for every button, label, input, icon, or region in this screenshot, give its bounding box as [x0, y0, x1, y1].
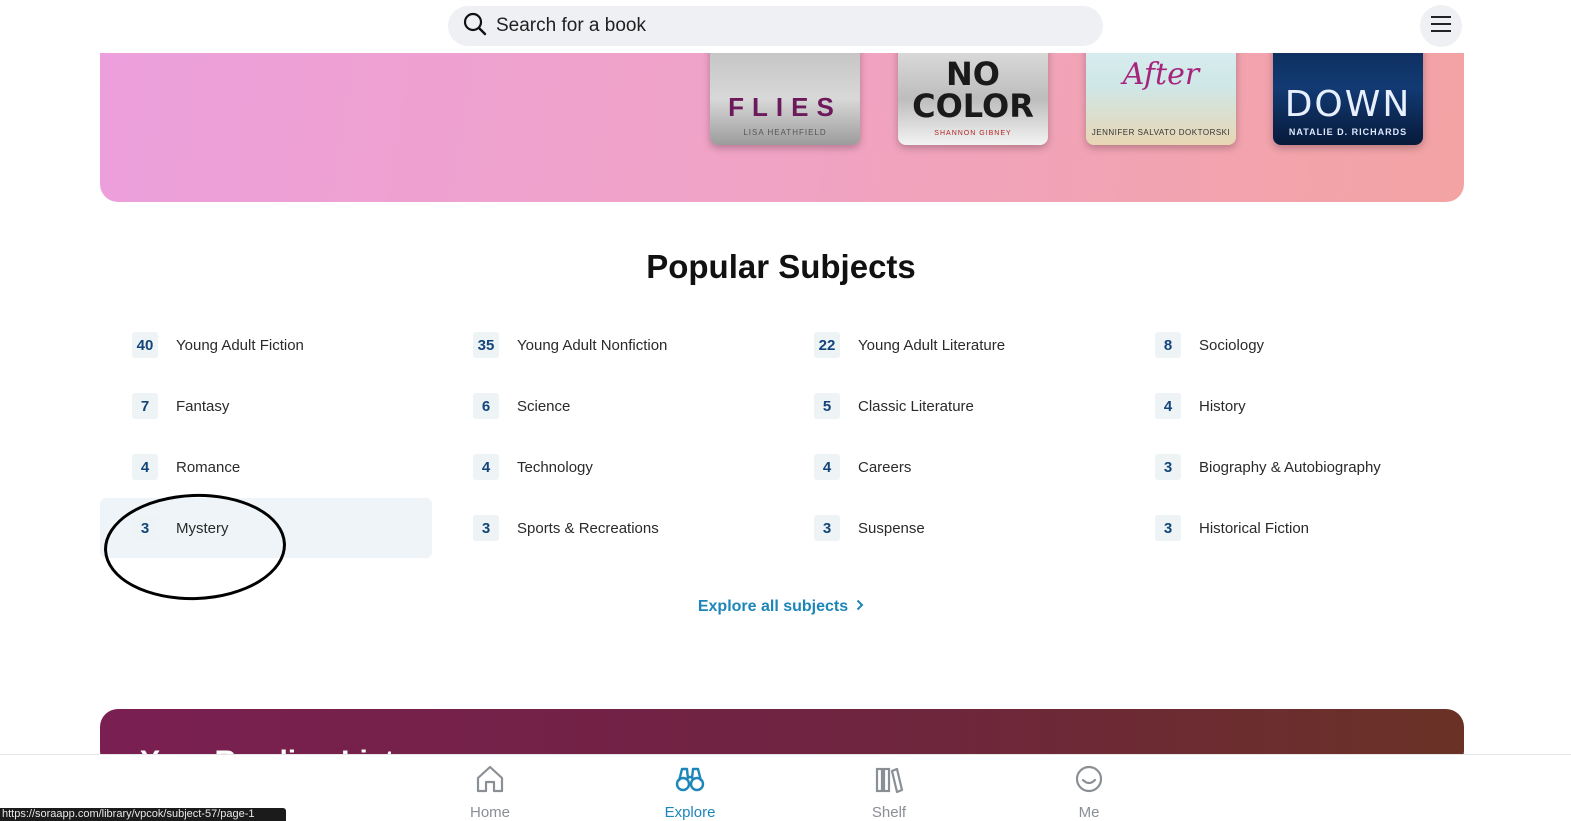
- top-bar: [0, 0, 1571, 53]
- search-input[interactable]: [496, 15, 1076, 37]
- subject-item[interactable]: 22 Young Adult Literature: [782, 315, 1114, 375]
- book-cover-title: After: [1122, 57, 1200, 92]
- book-cover-author: LISA HEATHFIELD: [743, 128, 827, 137]
- hamburger-icon: [1430, 15, 1452, 38]
- subject-name: History: [1199, 397, 1246, 415]
- subject-count: 40: [132, 332, 158, 358]
- subject-name: Sports & Recreations: [517, 519, 659, 537]
- page: FLIES LISA HEATHFIELD NO COLOR SHANNON G…: [0, 0, 1571, 821]
- subject-name: Young Adult Nonfiction: [517, 336, 668, 354]
- subject-name: Sociology: [1199, 336, 1265, 354]
- subject-count: 3: [473, 515, 499, 541]
- subject-count: 4: [1155, 393, 1181, 419]
- subject-count: 35: [473, 332, 499, 358]
- subject-item-mystery[interactable]: 3 Mystery: [100, 498, 432, 558]
- explore-all-label: Explore all subjects: [697, 598, 849, 615]
- subject-count: 4: [132, 454, 158, 480]
- smiley-icon: [1073, 763, 1105, 800]
- subject-item[interactable]: 35 Young Adult Nonfiction: [441, 315, 773, 375]
- subject-count: 3: [1155, 515, 1181, 541]
- subject-item[interactable]: 3 Suspense: [782, 498, 1114, 558]
- subject-count: 3: [814, 515, 840, 541]
- subject-name: Young Adult Literature: [858, 336, 1006, 354]
- subject-name: Technology: [517, 458, 593, 476]
- book-cover-author: NATALIE D. RICHARDS: [1288, 127, 1408, 137]
- subject-item[interactable]: 3 Biography & Autobiography: [1123, 437, 1455, 497]
- subject-name: Romance: [176, 458, 241, 476]
- subject-name: Classic Literature: [858, 397, 974, 415]
- chevron-right-icon: [856, 598, 864, 616]
- subject-count: 8: [1155, 332, 1181, 358]
- featured-banner: FLIES LISA HEATHFIELD NO COLOR SHANNON G…: [100, 30, 1464, 202]
- subject-item[interactable]: 40 Young Adult Fiction: [100, 315, 432, 375]
- nav-explore[interactable]: Explore: [640, 763, 740, 821]
- subject-count: 4: [814, 454, 840, 480]
- search-icon: [462, 11, 488, 42]
- subject-count: 5: [814, 393, 840, 419]
- subject-item[interactable]: 7 Fantasy: [100, 376, 432, 436]
- home-icon: [474, 763, 506, 800]
- explore-all-subjects-link[interactable]: Explore all subjects: [0, 598, 1562, 616]
- nav-me[interactable]: Me: [1039, 763, 1139, 821]
- subject-item[interactable]: 4 Careers: [782, 437, 1114, 497]
- subject-item[interactable]: 3 Sports & Recreations: [441, 498, 773, 558]
- subject-count: 4: [473, 454, 499, 480]
- subject-item[interactable]: 6 Science: [441, 376, 773, 436]
- nav-shelf[interactable]: Shelf: [839, 763, 939, 821]
- nav-me-label: Me: [1078, 804, 1100, 821]
- subject-name: Young Adult Fiction: [176, 336, 304, 354]
- book-cover-title: NO COLOR: [912, 55, 1034, 125]
- subject-item[interactable]: 4 History: [1123, 376, 1455, 436]
- subject-name: Mystery: [176, 519, 229, 537]
- nav-home-label: Home: [469, 804, 510, 821]
- status-bar-url: https://soraapp.com/library/vpcok/subjec…: [0, 808, 286, 821]
- nav-explore-label: Explore: [664, 804, 716, 821]
- book-cover-author: JENNIFER SALVATO DOKTORSKI: [1091, 128, 1231, 137]
- subject-count: 7: [132, 393, 158, 419]
- subject-item[interactable]: 5 Classic Literature: [782, 376, 1114, 436]
- subject-count: 22: [814, 332, 840, 358]
- subject-name: Careers: [858, 458, 912, 476]
- binoculars-icon: [674, 763, 706, 800]
- book-cover-author: SHANNON GIBNEY: [934, 130, 1012, 137]
- subject-name: Fantasy: [176, 397, 230, 415]
- subject-name: Suspense: [858, 519, 925, 537]
- subject-count: 6: [473, 393, 499, 419]
- subject-name: Historical Fiction: [1199, 519, 1310, 537]
- section-title: Popular Subjects: [646, 248, 916, 285]
- menu-button[interactable]: [1420, 5, 1462, 47]
- subject-item[interactable]: 3 Historical Fiction: [1123, 498, 1455, 558]
- search-bar[interactable]: [448, 6, 1103, 46]
- book-cover-title: DOWN: [1284, 84, 1412, 125]
- subject-item[interactable]: 4 Technology: [441, 437, 773, 497]
- subject-item[interactable]: 4 Romance: [100, 437, 432, 497]
- book-cover-title: FLIES: [728, 92, 842, 122]
- subject-item[interactable]: 8 Sociology: [1123, 315, 1455, 375]
- subject-name: Science: [517, 397, 571, 415]
- subject-name: Biography & Autobiography: [1199, 458, 1381, 476]
- subject-count: 3: [1155, 454, 1181, 480]
- subject-count: 3: [132, 515, 158, 541]
- bookshelf-icon: [873, 763, 905, 800]
- nav-shelf-label: Shelf: [871, 804, 907, 821]
- nav-home[interactable]: Home: [440, 763, 540, 821]
